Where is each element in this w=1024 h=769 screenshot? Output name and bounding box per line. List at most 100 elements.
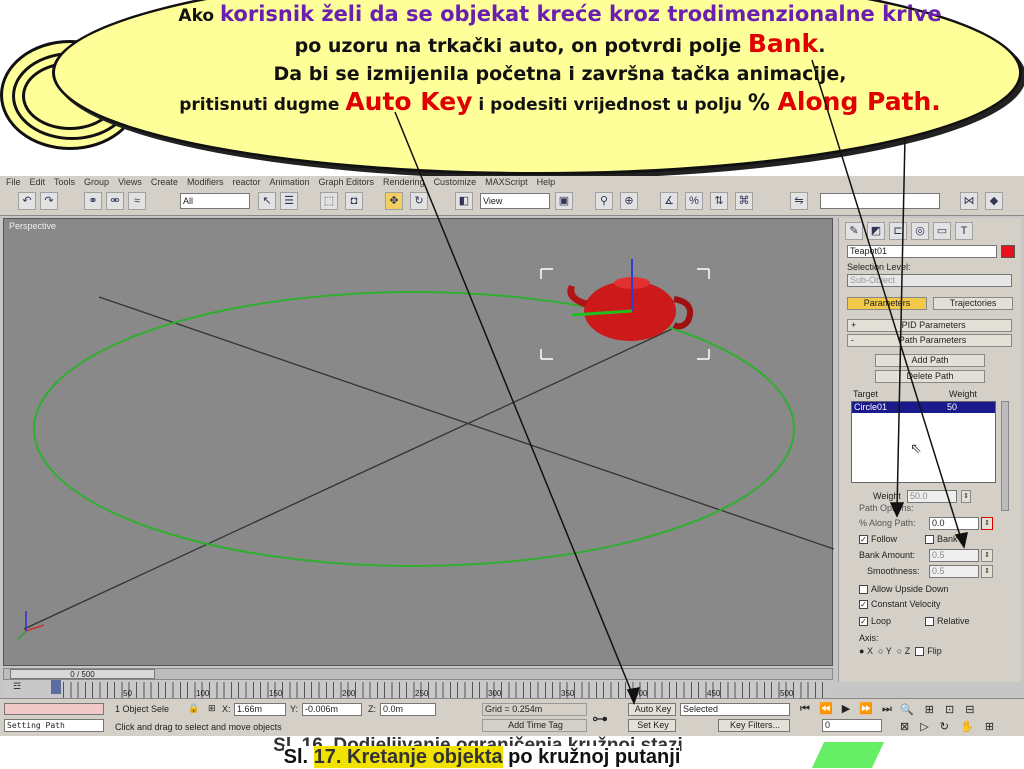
current-frame-field[interactable]: 0 xyxy=(822,719,882,732)
tab-trajectories[interactable]: Trajectories xyxy=(933,297,1013,310)
along-path-field[interactable]: 0.0 xyxy=(929,517,979,530)
link-icon[interactable]: ⚭ xyxy=(84,192,102,210)
key-filters-button[interactable]: Key Filters... xyxy=(718,719,790,732)
set-key-icon[interactable]: ⊶ xyxy=(592,709,608,729)
undo-icon[interactable]: ↶ xyxy=(18,192,36,210)
select-manipulate-icon[interactable]: ⚲ xyxy=(595,192,613,210)
smoothness-field[interactable]: 0.5 xyxy=(929,565,979,578)
bank-checkbox[interactable] xyxy=(925,535,934,545)
menu-item-maxscript[interactable]: MAXScript xyxy=(485,177,528,187)
relative-option[interactable]: Relative xyxy=(925,616,970,627)
move-icon[interactable]: ✥ xyxy=(385,192,403,210)
viewport-navigation-icons[interactable]: 🔍 ⊞ ⊡ ⊟ xyxy=(900,703,979,716)
align-icon[interactable]: ⋈ xyxy=(960,192,978,210)
maxscript-output[interactable]: Setting Path xyxy=(4,719,104,732)
follow-option[interactable]: ✓ Follow xyxy=(859,534,897,545)
axis-z-radio[interactable]: ○ Z xyxy=(897,646,910,656)
constant-velocity-checkbox[interactable]: ✓ xyxy=(859,600,868,610)
auto-key-button[interactable]: Auto Key xyxy=(628,703,676,716)
menu-item-animation[interactable]: Animation xyxy=(269,177,309,187)
modify-tab-icon[interactable]: ◩ xyxy=(867,222,885,240)
utilities-tab-icon[interactable]: T xyxy=(955,222,973,240)
menu-item-group[interactable]: Group xyxy=(84,177,109,187)
select-by-name-icon[interactable]: ☰ xyxy=(280,192,298,210)
menu-item-edit[interactable]: Edit xyxy=(30,177,46,187)
menu-item-modifiers[interactable]: Modifiers xyxy=(187,177,224,187)
allow-upside-down-checkbox[interactable] xyxy=(859,585,868,595)
circle-path[interactable] xyxy=(33,291,795,567)
weight-field[interactable]: 50.0 xyxy=(907,490,957,503)
allow-upside-down-option[interactable]: Allow Upside Down xyxy=(859,584,949,595)
add-time-tag-button[interactable]: Add Time Tag xyxy=(482,719,587,732)
bank-amount-spinner[interactable]: ⇕ xyxy=(981,549,993,562)
tab-parameters[interactable]: Parameters xyxy=(847,297,927,310)
rollout-path-parameters[interactable]: - Path Parameters xyxy=(847,334,1012,347)
weight-spinner[interactable]: ⇕ xyxy=(961,490,971,503)
region-select-icon[interactable]: ⬚ xyxy=(320,192,338,210)
delete-path-button[interactable]: Delete Path xyxy=(875,370,985,383)
window-crossing-icon[interactable]: ◘ xyxy=(345,192,363,210)
smoothness-spinner[interactable]: ⇕ xyxy=(981,565,993,578)
path-target-list[interactable]: Circle01 50 ⇖ xyxy=(851,401,996,483)
rotate-icon[interactable]: ↻ xyxy=(410,192,428,210)
axis-x-radio[interactable]: ● X xyxy=(859,646,873,656)
display-tab-icon[interactable]: ▭ xyxy=(933,222,951,240)
angle-snap-icon[interactable]: ∡ xyxy=(660,192,678,210)
material-editor-icon[interactable]: ◆ xyxy=(985,192,1003,210)
menu-item-help[interactable]: Help xyxy=(537,177,556,187)
relative-checkbox[interactable] xyxy=(925,617,934,627)
absolute-mode-icon[interactable]: ⊞ xyxy=(208,703,216,714)
lock-selection-icon[interactable]: 🔒 xyxy=(188,703,199,714)
teapot-object[interactable] xyxy=(540,259,710,360)
menu-item-file[interactable]: File xyxy=(6,177,21,187)
key-mode-dropdown[interactable]: Selected xyxy=(680,703,790,716)
loop-checkbox[interactable]: ✓ xyxy=(859,617,868,627)
percent-snap-icon[interactable]: % xyxy=(685,192,703,210)
selection-level-dropdown[interactable]: Sub-Object xyxy=(847,274,1012,287)
mirror-icon[interactable]: ⇋ xyxy=(790,192,808,210)
set-key-button[interactable]: Set Key xyxy=(628,719,676,732)
bank-option[interactable]: Bank xyxy=(925,534,958,545)
hierarchy-tab-icon[interactable]: ⊏ xyxy=(889,222,907,240)
viewport-orbit-icons[interactable]: ⊠ ▷ ↻ ✋ ⊞ xyxy=(900,720,998,733)
menu-item-views[interactable]: Views xyxy=(118,177,142,187)
flip-checkbox[interactable] xyxy=(915,647,925,657)
redo-icon[interactable]: ↷ xyxy=(40,192,58,210)
spinner-snap-icon[interactable]: ⇅ xyxy=(710,192,728,210)
menu-item-create[interactable]: Create xyxy=(151,177,178,187)
bind-space-warp-icon[interactable]: ≈ xyxy=(128,192,146,210)
selection-filter-dropdown[interactable]: All xyxy=(180,193,250,209)
menu-item-reactor[interactable]: reactor xyxy=(232,177,260,187)
menu-item-rendering[interactable]: Rendering xyxy=(383,177,425,187)
loop-option[interactable]: ✓ Loop xyxy=(859,616,891,627)
follow-checkbox[interactable]: ✓ xyxy=(859,535,868,545)
time-slider-thumb[interactable]: 0 / 500 xyxy=(10,669,155,679)
maxscript-listener-mini[interactable] xyxy=(4,703,104,715)
perspective-viewport[interactable]: Perspective xyxy=(3,218,834,666)
select-object-icon[interactable]: ↖ xyxy=(258,192,276,210)
axis-y-radio[interactable]: ○ Y xyxy=(878,646,892,656)
reference-coord-dropdown[interactable]: View xyxy=(480,193,550,209)
named-selection-field[interactable] xyxy=(820,193,940,209)
snap-toggle-icon[interactable]: ⊕ xyxy=(620,192,638,210)
menu-item-customize[interactable]: Customize xyxy=(434,177,477,187)
pivot-center-icon[interactable]: ▣ xyxy=(555,192,573,210)
time-slider-track[interactable]: 0 / 500 xyxy=(3,668,833,680)
list-item[interactable]: Circle01 50 xyxy=(852,402,995,413)
panel-scrollbar[interactable] xyxy=(1001,401,1009,511)
bank-amount-field[interactable]: 0.5 xyxy=(929,549,979,562)
flip-option[interactable]: Flip xyxy=(915,646,942,657)
y-coordinate-field[interactable]: -0.006m xyxy=(302,703,362,716)
motion-tab-icon[interactable]: ◎ xyxy=(911,222,929,240)
object-name-field[interactable]: Teapot01 xyxy=(847,245,997,258)
rollout-pid-parameters[interactable]: + PID Parameters xyxy=(847,319,1012,332)
playback-controls[interactable]: ⏮ ⏪ ▶ ⏩ ⏭ xyxy=(800,702,895,716)
create-tab-icon[interactable]: ✎ xyxy=(845,222,863,240)
named-selection-icon[interactable]: ⌘ xyxy=(735,192,753,210)
menu-item-tools[interactable]: Tools xyxy=(54,177,75,187)
along-path-spinner[interactable]: ⇕ xyxy=(981,517,993,530)
scale-icon[interactable]: ◧ xyxy=(455,192,473,210)
unlink-icon[interactable]: ⚮ xyxy=(106,192,124,210)
add-path-button[interactable]: Add Path xyxy=(875,354,985,367)
menu-item-graph-editors[interactable]: Graph Editors xyxy=(319,177,375,187)
